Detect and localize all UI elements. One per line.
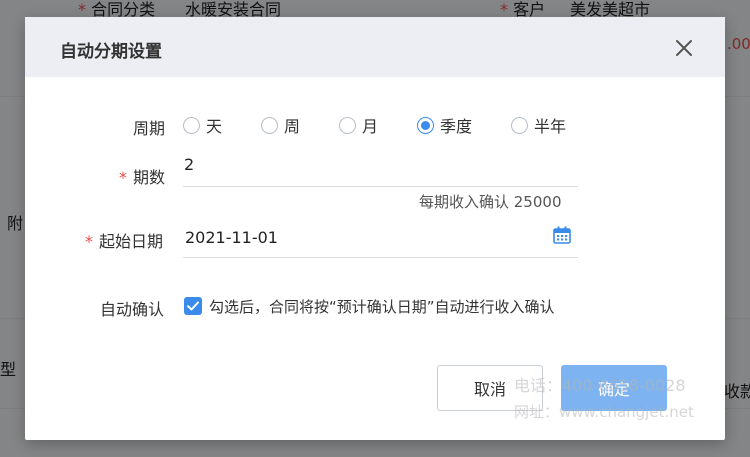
close-icon[interactable] [673, 37, 695, 59]
radio-half-year[interactable] [511, 116, 528, 134]
required-mark: * [85, 232, 93, 251]
period-option-quarter[interactable]: 季度 [417, 115, 473, 136]
radio-day[interactable] [183, 116, 200, 134]
radio-quarter[interactable] [417, 116, 434, 134]
start-date-underline [183, 257, 578, 258]
dialog-header: 自动分期设置 [25, 17, 725, 77]
required-mark: * [119, 168, 127, 187]
auto-confirm-text: 勾选后，合同将按“预计确认日期”自动进行收入确认 [209, 298, 555, 316]
auto-confirm-label: 自动确认 [100, 300, 165, 319]
watermark-site: 网址：www.changjet.net [514, 403, 694, 421]
period-option-week[interactable]: 周 [261, 115, 301, 136]
radio-label: 天 [206, 117, 223, 136]
period-option-day[interactable]: 天 [183, 115, 223, 136]
period-option-month[interactable]: 月 [339, 115, 379, 136]
radio-month[interactable] [339, 116, 356, 134]
start-date-label: * 起始日期 [85, 232, 164, 251]
per-period-hint: 每期收入确认 25000 [419, 193, 562, 211]
auto-confirm-checkbox[interactable] [184, 297, 202, 315]
count-label: * 期数 [119, 168, 166, 187]
radio-label: 季度 [440, 117, 473, 136]
period-label: 周期 [133, 119, 166, 138]
period-option-half-year[interactable]: 半年 [511, 115, 567, 136]
start-date-input[interactable]: 2021-11-01 [185, 228, 278, 247]
watermark-phone: 电话：400-6658-0028 [514, 376, 686, 395]
radio-week[interactable] [261, 116, 278, 134]
check-icon [187, 301, 199, 311]
radio-label: 月 [362, 117, 379, 136]
dialog-title: 自动分期设置 [60, 42, 162, 62]
count-input-underline [183, 186, 578, 187]
count-input[interactable]: 2 [184, 155, 194, 174]
calendar-icon[interactable] [552, 225, 572, 245]
radio-label: 周 [284, 117, 301, 136]
radio-label: 半年 [534, 117, 567, 136]
